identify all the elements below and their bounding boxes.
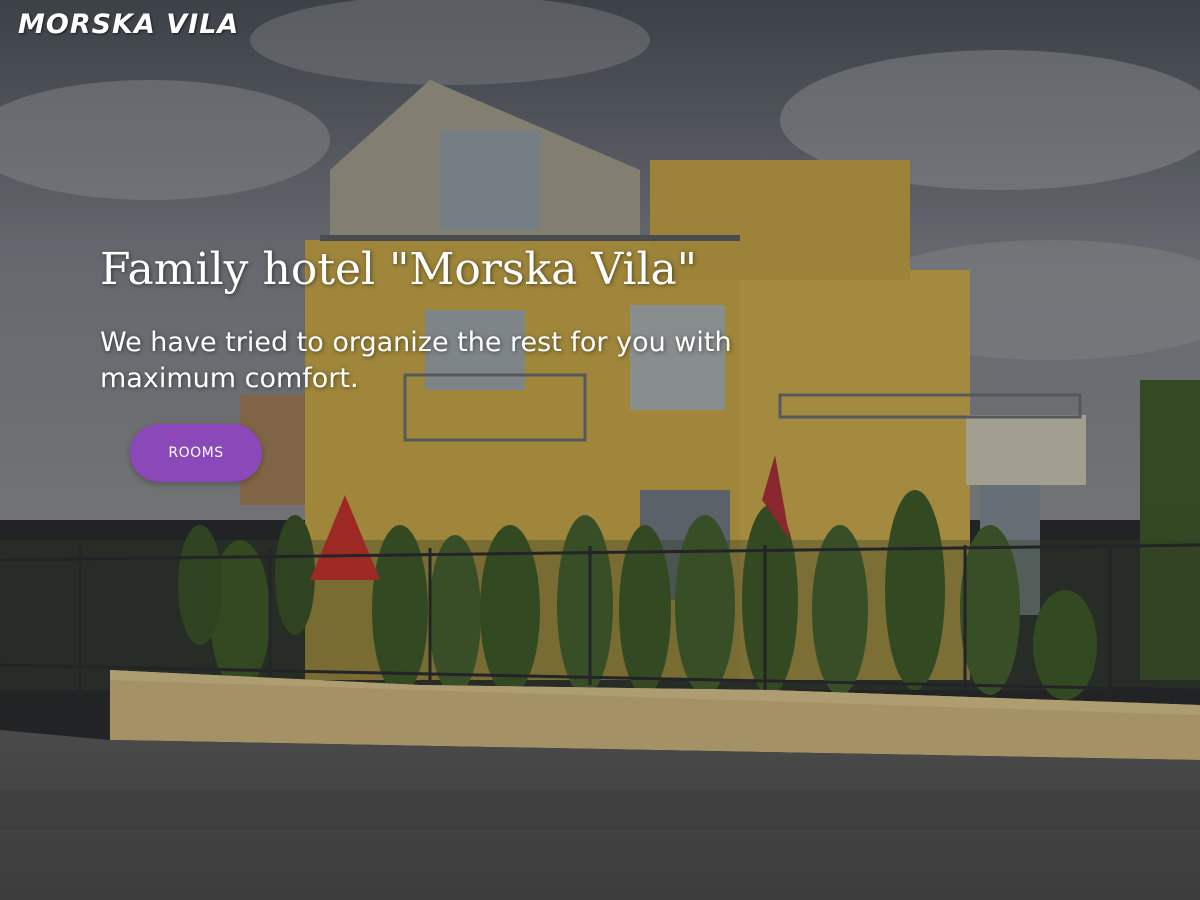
hero-section: MORSKA VILA Family hotel "Morska Vila" W… bbox=[0, 0, 1200, 900]
hero-title: Family hotel "Morska Vila" bbox=[100, 244, 697, 295]
rooms-button[interactable]: ROOMS bbox=[130, 424, 262, 482]
site-logo[interactable]: MORSKA VILA bbox=[18, 9, 239, 40]
hero-subtitle: We have tried to organize the rest for y… bbox=[100, 327, 732, 394]
